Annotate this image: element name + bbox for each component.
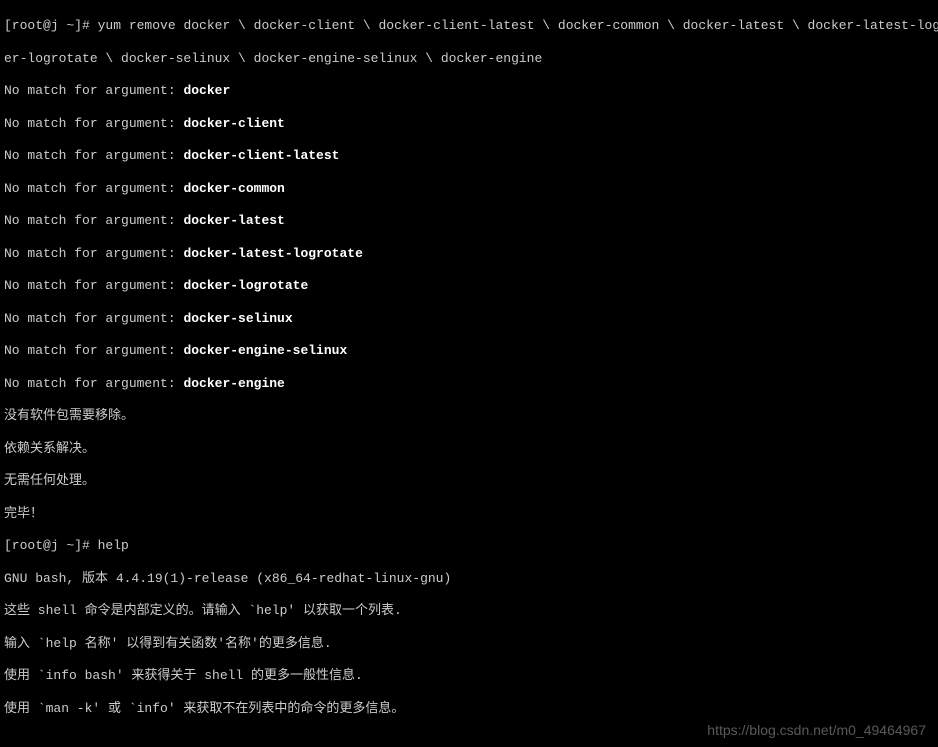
nomatch-line: No match for argument: docker [4,83,934,99]
help-intro: 使用 `info bash' 来获得关于 shell 的更多一般性信息. [4,668,934,684]
help-intro: 输入 `help 名称' 以得到有关函数'名称'的更多信息. [4,636,934,652]
nomatch-line: No match for argument: docker-engine [4,376,934,392]
help-intro: 这些 shell 命令是内部定义的。请输入 `help' 以获取一个列表. [4,603,934,619]
msg-noop: 无需任何处理。 [4,473,934,489]
msg-no-packages: 没有软件包需要移除。 [4,408,934,424]
nomatch-line: No match for argument: docker-latest-log… [4,246,934,262]
blank-line [4,733,934,747]
nomatch-line: No match for argument: docker-logrotate [4,278,934,294]
bash-version: GNU bash, 版本 4.4.19(1)-release (x86_64-r… [4,571,934,587]
nomatch-line: No match for argument: docker-client [4,116,934,132]
msg-deps: 依赖关系解决。 [4,441,934,457]
terminal-output[interactable]: [root@j ~]# yum remove docker \ docker-c… [0,0,938,747]
help-intro: 使用 `man -k' 或 `info' 来获取不在列表中的命令的更多信息。 [4,701,934,717]
nomatch-line: No match for argument: docker-client-lat… [4,148,934,164]
yum-command-line1: [root@j ~]# yum remove docker \ docker-c… [4,18,934,34]
help-command-line: [root@j ~]# help [4,538,934,554]
nomatch-line: No match for argument: docker-common [4,181,934,197]
nomatch-line: No match for argument: docker-selinux [4,311,934,327]
yum-command-line2: er-logrotate \ docker-selinux \ docker-e… [4,51,934,67]
nomatch-line: No match for argument: docker-engine-sel… [4,343,934,359]
nomatch-line: No match for argument: docker-latest [4,213,934,229]
msg-done: 完毕！ [4,506,934,522]
